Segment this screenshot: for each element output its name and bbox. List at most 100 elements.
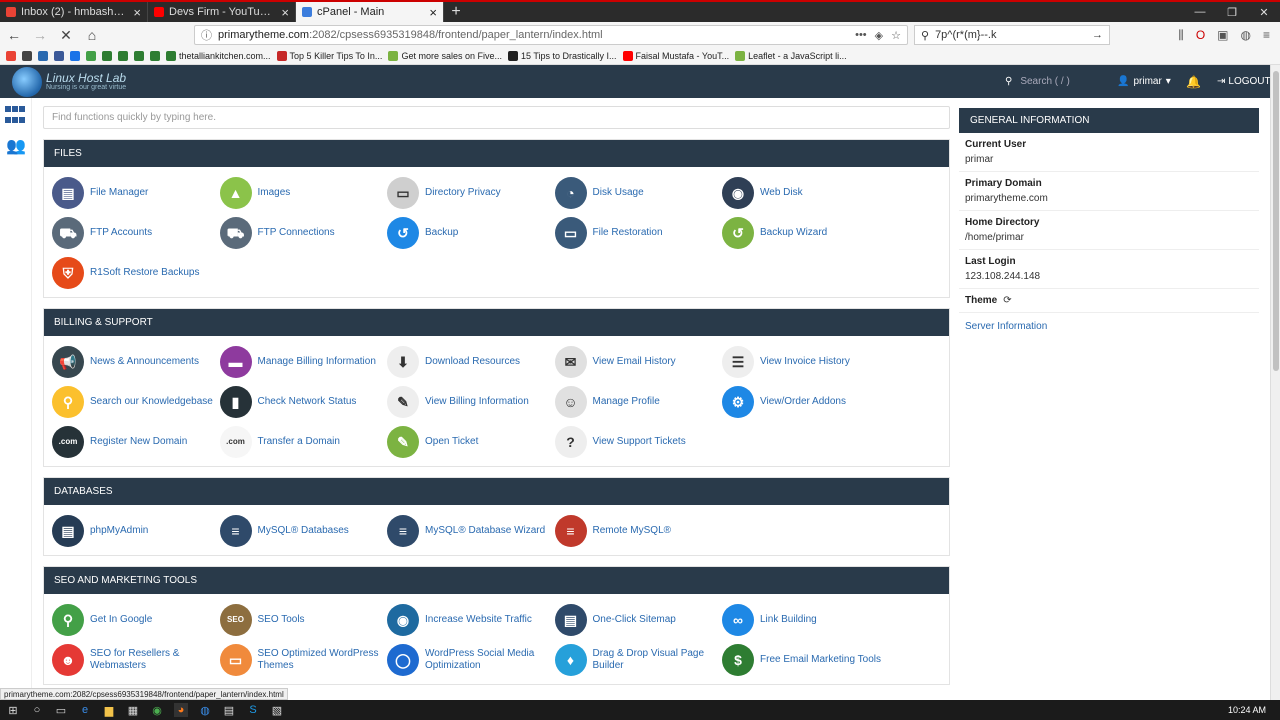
function-item[interactable]: ▤ File Manager [52, 173, 220, 213]
function-item[interactable]: ▲ Images [219, 173, 388, 213]
back-icon[interactable]: ← [4, 25, 24, 45]
bookmark-item[interactable] [134, 51, 144, 61]
function-item[interactable]: $ Free Email Marketing Tools [722, 640, 890, 680]
forward-icon[interactable]: → [30, 25, 50, 45]
minimize-icon[interactable]: — [1184, 2, 1216, 22]
bookmark-item[interactable] [150, 51, 160, 61]
search-go-icon[interactable]: → [1092, 29, 1103, 41]
bookmark-item[interactable] [70, 51, 80, 61]
section-header[interactable]: SEO AND MARKETING TOOLS [44, 567, 949, 594]
function-item[interactable]: ⚙ View/Order Addons [722, 382, 890, 422]
edge-icon[interactable]: e [78, 703, 92, 717]
brand-logo[interactable]: Linux Host Lab Nursing is our great virt… [0, 66, 126, 97]
bookmark-item[interactable]: Leaflet - a JavaScript li... [735, 51, 847, 61]
function-item[interactable]: ☰ View Invoice History [722, 342, 890, 382]
section-header[interactable]: FILES [44, 140, 949, 167]
task-view-icon[interactable]: ▭ [54, 703, 68, 717]
function-item[interactable]: ◉ Increase Website Traffic [387, 600, 555, 640]
section-header[interactable]: BILLING & SUPPORT [44, 309, 949, 336]
bookmark-item[interactable] [22, 51, 32, 61]
file-explorer-icon[interactable]: ▆ [102, 703, 116, 717]
sidebar-toggle-icon[interactable]: ▣ [1217, 28, 1228, 43]
bookmark-item[interactable]: Faisal Mustafa - YouT... [622, 51, 729, 61]
function-item[interactable]: ⬇ Download Resources [387, 342, 555, 382]
close-window-icon[interactable]: ✕ [1248, 2, 1280, 22]
page-scrollbar[interactable] [1270, 65, 1280, 700]
stop-loading-icon[interactable]: ✕ [56, 25, 76, 45]
function-item[interactable]: ▭ SEO Optimized WordPress Themes [219, 640, 388, 680]
bookmark-item[interactable]: 15 Tips to Drastically I... [507, 51, 617, 61]
function-item[interactable]: ↺ Backup Wizard [722, 213, 890, 253]
scrollbar-thumb[interactable] [1273, 71, 1279, 371]
site-info-icon[interactable]: ⓘ [201, 27, 212, 43]
bookmark-item[interactable] [54, 51, 64, 61]
function-item[interactable]: ⚲ Search our Knowledgebase [52, 382, 220, 422]
cortana-icon[interactable]: ○ [30, 703, 44, 717]
function-item[interactable]: ☺ Manage Profile [554, 382, 723, 422]
chrome-icon[interactable]: ◉ [150, 703, 164, 717]
bookmark-item[interactable] [118, 51, 128, 61]
function-item[interactable]: ≡ Remote MySQL® [554, 511, 723, 551]
function-item[interactable]: ▤ phpMyAdmin [52, 511, 220, 551]
browser-tab[interactable]: Inbox (2) - hmbashar@gmail.c... × [0, 2, 148, 22]
home-grid-icon[interactable] [5, 106, 27, 126]
close-tab-icon[interactable]: × [133, 5, 141, 20]
function-item[interactable]: .com Register New Domain [52, 422, 220, 462]
function-item[interactable]: ≡ MySQL® Database Wizard [387, 511, 555, 551]
quick-function-search[interactable]: Find functions quickly by typing here. [43, 106, 950, 129]
library-icon[interactable]: ⫼ [1178, 28, 1184, 43]
page-actions-icon[interactable]: ••• [855, 29, 867, 42]
bookmark-item[interactable] [38, 51, 48, 61]
function-item[interactable]: ↺ Backup [387, 213, 555, 253]
function-item[interactable]: ☻ SEO for Resellers & Webmasters [52, 640, 220, 680]
function-item[interactable]: ✎ Open Ticket [387, 422, 555, 462]
skype-icon[interactable]: S [246, 703, 260, 717]
notifications-bell-icon[interactable]: 🔔 [1186, 65, 1201, 98]
function-item[interactable]: ∞ Link Building [722, 600, 890, 640]
close-tab-icon[interactable]: × [281, 5, 289, 20]
function-item[interactable]: ▤ One-Click Sitemap [554, 600, 723, 640]
menu-icon[interactable]: ≡ [1263, 28, 1270, 43]
bookmark-item[interactable] [102, 51, 112, 61]
bookmark-star-icon[interactable]: ☆ [891, 29, 901, 42]
firefox-icon[interactable]: ◕ [174, 703, 188, 717]
calculator-icon[interactable]: ▤ [222, 703, 236, 717]
function-item[interactable]: ✎ View Billing Information [387, 382, 555, 422]
function-item[interactable]: ▭ Directory Privacy [387, 173, 555, 213]
function-item[interactable]: ⚲ Get In Google [52, 600, 220, 640]
bookmark-item[interactable]: Get more sales on Five... [388, 51, 502, 61]
function-item[interactable]: .com Transfer a Domain [219, 422, 388, 462]
function-item[interactable]: ⛨ R1Soft Restore Backups [52, 253, 220, 293]
maximize-icon[interactable]: ❐ [1216, 2, 1248, 22]
browser-tab[interactable]: cPanel - Main × [296, 2, 444, 22]
function-item[interactable]: ▭ File Restoration [554, 213, 723, 253]
bookmark-item[interactable]: Top 5 Killer Tips To In... [276, 51, 382, 61]
bookmark-item[interactable]: thetalliankitchen.com... [166, 51, 271, 61]
function-item[interactable]: ? View Support Tickets [554, 422, 723, 462]
close-tab-icon[interactable]: × [429, 5, 437, 20]
server-information-link[interactable]: Server Information [959, 313, 1259, 340]
function-item[interactable]: ▬ Manage Billing Information [219, 342, 388, 382]
logout-button[interactable]: ⇥ LOGOUT [1217, 65, 1271, 98]
windows-start-icon[interactable]: ⊞ [6, 703, 20, 717]
app-icon[interactable]: ▧ [270, 703, 284, 717]
function-item[interactable]: ◯ WordPress Social Media Optimization [387, 640, 555, 680]
user-manager-icon[interactable]: 👥 [6, 136, 26, 155]
pocket-icon[interactable]: ◈ [875, 29, 883, 42]
function-item[interactable]: ⛟ FTP Connections [219, 213, 388, 253]
function-item[interactable]: SEO SEO Tools [219, 600, 388, 640]
user-menu[interactable]: 👤 primar ▾ [1117, 65, 1171, 98]
new-tab-button[interactable]: + [444, 2, 468, 22]
browser-tab[interactable]: Devs Firm - YouTube - YouTub... × [148, 2, 296, 22]
address-bar[interactable]: ⓘ primarytheme.com:2082/cpsess6935319848… [194, 25, 908, 45]
home-icon[interactable]: ⌂ [82, 25, 102, 45]
function-item[interactable]: ≡ MySQL® Databases [219, 511, 388, 551]
function-item[interactable]: ♦ Drag & Drop Visual Page Builder [554, 640, 723, 680]
extension-icon[interactable]: ◍ [1241, 28, 1251, 43]
browser-search-field[interactable]: ⚲ 7p^(r*(m}--.k → [914, 25, 1110, 45]
function-item[interactable]: ◉ Web Disk [722, 173, 890, 213]
function-item[interactable]: ▮ Check Network Status [219, 382, 388, 422]
bookmark-item[interactable] [86, 51, 96, 61]
function-item[interactable]: ◔ Disk Usage [554, 173, 723, 213]
store-icon[interactable]: ▦ [126, 703, 140, 717]
